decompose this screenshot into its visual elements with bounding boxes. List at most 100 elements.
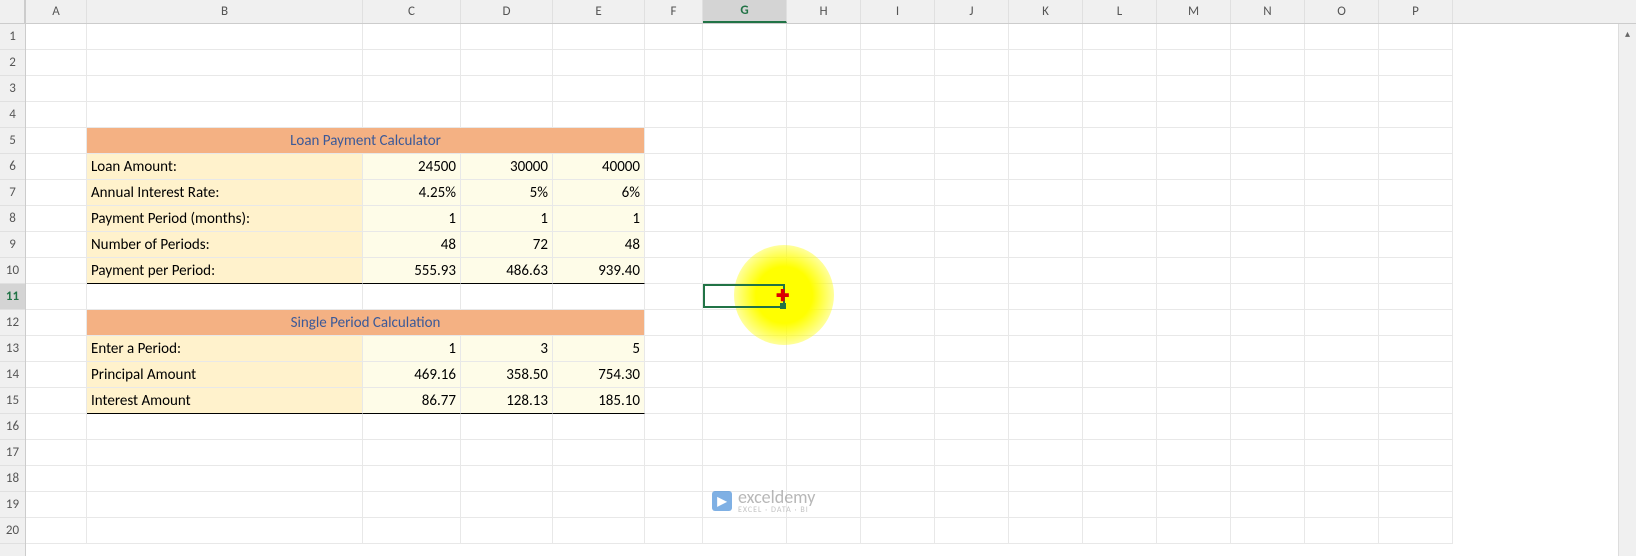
cell[interactable] [1379, 24, 1453, 50]
cell-E13[interactable]: 5 [553, 336, 645, 362]
cell[interactable] [1305, 102, 1379, 128]
cell[interactable] [1231, 362, 1305, 388]
cell[interactable] [1379, 388, 1453, 414]
cell[interactable] [1009, 518, 1083, 544]
cell[interactable] [1009, 362, 1083, 388]
cell[interactable] [1379, 284, 1453, 310]
cell[interactable] [1083, 336, 1157, 362]
cell[interactable] [1083, 492, 1157, 518]
cell[interactable] [1083, 414, 1157, 440]
cell[interactable] [1157, 284, 1231, 310]
cell[interactable] [1231, 388, 1305, 414]
cell[interactable] [1083, 440, 1157, 466]
cell[interactable] [645, 180, 703, 206]
cell[interactable] [461, 284, 553, 310]
cell[interactable] [703, 206, 787, 232]
col-header-C[interactable]: C [363, 0, 461, 23]
cell[interactable] [87, 24, 363, 50]
cell[interactable] [645, 76, 703, 102]
vertical-scrollbar[interactable]: ▴ [1618, 24, 1636, 556]
cell[interactable] [87, 414, 363, 440]
cell[interactable] [1009, 492, 1083, 518]
cell[interactable] [935, 180, 1009, 206]
cell[interactable] [1083, 232, 1157, 258]
cell-D10[interactable]: 486.63 [461, 258, 553, 284]
cell[interactable] [363, 102, 461, 128]
cell[interactable] [1379, 362, 1453, 388]
cell[interactable] [1157, 24, 1231, 50]
cell[interactable] [1231, 310, 1305, 336]
col-header-L[interactable]: L [1083, 0, 1157, 23]
cell[interactable] [363, 414, 461, 440]
row-header-3[interactable]: 3 [0, 76, 25, 102]
cell[interactable] [787, 102, 861, 128]
col-header-O[interactable]: O [1305, 0, 1379, 23]
cell[interactable] [1305, 258, 1379, 284]
cell[interactable] [703, 388, 787, 414]
cell[interactable] [645, 258, 703, 284]
cell[interactable] [1083, 76, 1157, 102]
cell[interactable] [553, 76, 645, 102]
cell[interactable] [461, 492, 553, 518]
cell[interactable] [935, 258, 1009, 284]
cell[interactable] [861, 388, 935, 414]
col-header-M[interactable]: M [1157, 0, 1231, 23]
cell[interactable] [1231, 440, 1305, 466]
col-header-F[interactable]: F [645, 0, 703, 23]
cell[interactable] [1157, 76, 1231, 102]
cell[interactable] [553, 440, 645, 466]
cell[interactable] [645, 466, 703, 492]
cell-E14[interactable]: 754.30 [553, 362, 645, 388]
cell[interactable] [645, 206, 703, 232]
cell[interactable] [363, 492, 461, 518]
cell[interactable] [26, 128, 87, 154]
cell[interactable] [1083, 362, 1157, 388]
cell[interactable] [645, 50, 703, 76]
cell[interactable] [1157, 440, 1231, 466]
cell[interactable] [861, 414, 935, 440]
row-header-19[interactable]: 19 [0, 492, 25, 518]
cell[interactable] [1305, 466, 1379, 492]
cell-C15[interactable]: 86.77 [363, 388, 461, 414]
col-header-P[interactable]: P [1379, 0, 1453, 23]
cell[interactable] [1157, 310, 1231, 336]
col-header-D[interactable]: D [461, 0, 553, 23]
cell[interactable] [703, 258, 787, 284]
cell[interactable] [1009, 310, 1083, 336]
cell[interactable] [935, 362, 1009, 388]
cell[interactable] [1305, 336, 1379, 362]
cell[interactable] [935, 24, 1009, 50]
cell[interactable] [703, 414, 787, 440]
cell[interactable] [1379, 232, 1453, 258]
cell[interactable] [1379, 518, 1453, 544]
cell[interactable] [703, 232, 787, 258]
cell-E8[interactable]: 1 [553, 206, 645, 232]
cell-E9[interactable]: 48 [553, 232, 645, 258]
cell[interactable] [787, 310, 861, 336]
cell[interactable] [861, 492, 935, 518]
cell[interactable] [861, 232, 935, 258]
cell[interactable] [1009, 258, 1083, 284]
col-header-J[interactable]: J [935, 0, 1009, 23]
cell[interactable] [861, 362, 935, 388]
cell[interactable] [1157, 362, 1231, 388]
cell[interactable] [1231, 128, 1305, 154]
cell[interactable] [861, 284, 935, 310]
row-header-9[interactable]: 9 [0, 232, 25, 258]
cell[interactable] [1231, 180, 1305, 206]
row-header-18[interactable]: 18 [0, 466, 25, 492]
row-header-11[interactable]: 11 [0, 284, 25, 310]
cell[interactable] [363, 440, 461, 466]
col-header-N[interactable]: N [1231, 0, 1305, 23]
cell[interactable] [1305, 518, 1379, 544]
col-header-B[interactable]: B [87, 0, 363, 23]
col-header-A[interactable]: A [26, 0, 87, 23]
row-header-7[interactable]: 7 [0, 180, 25, 206]
cell[interactable] [1009, 180, 1083, 206]
cell[interactable] [1009, 206, 1083, 232]
cell[interactable] [1231, 50, 1305, 76]
cell[interactable] [935, 466, 1009, 492]
cell[interactable] [861, 206, 935, 232]
cell[interactable] [26, 180, 87, 206]
cell[interactable] [645, 388, 703, 414]
